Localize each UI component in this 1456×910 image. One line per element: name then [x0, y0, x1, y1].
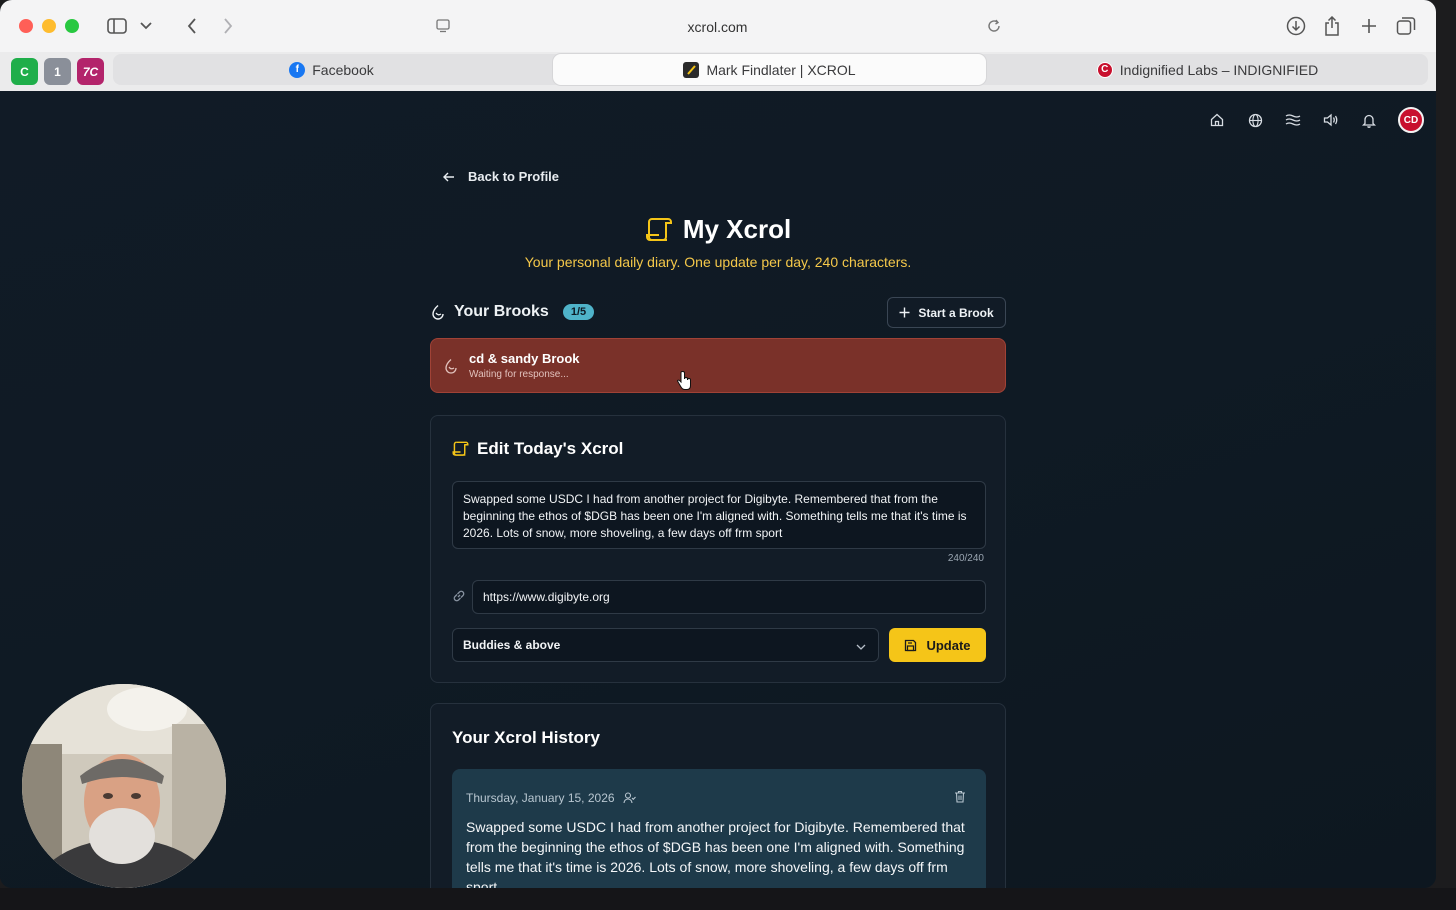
desktop-edge [0, 888, 1456, 910]
update-button[interactable]: Update [889, 628, 986, 662]
bell-icon[interactable] [1360, 111, 1378, 129]
edit-xcrol-panel: Edit Today's Xcrol Swapped some USDC I h… [430, 415, 1006, 683]
brooks-title-label: Your Brooks [454, 303, 549, 320]
download-icon[interactable] [1284, 14, 1308, 38]
address-bar[interactable]: xcrol.com [425, 10, 1010, 43]
pinned-tab-3[interactable]: 7C [77, 58, 104, 85]
waves-icon[interactable] [1284, 111, 1302, 129]
entry-date: Thursday, January 15, 2026 [466, 791, 636, 805]
save-icon [905, 639, 917, 651]
new-tab-icon[interactable] [1357, 14, 1381, 38]
page-title: My Xcrol [682, 214, 792, 244]
trash-icon[interactable] [954, 790, 966, 808]
tab-label: Facebook [312, 61, 374, 78]
reload-icon[interactable] [982, 14, 1006, 38]
entry-date-label: Thursday, January 15, 2026 [466, 791, 615, 805]
tab-indignified[interactable]: C Indignified Labs – INDIGNIFIED [991, 54, 1424, 85]
scroll-icon [452, 441, 469, 456]
brook-icon [432, 304, 444, 320]
arrow-left-icon [443, 172, 454, 181]
visibility-value: Buddies & above [463, 638, 561, 652]
edit-panel-title-label: Edit Today's Xcrol [477, 439, 624, 458]
brooks-header: Your Brooks 1/5 Start a Brook [430, 297, 1006, 329]
scroll-icon [645, 217, 672, 241]
tab-facebook[interactable]: f Facebook [115, 54, 548, 85]
webcam-overlay [22, 684, 226, 888]
sidebar-toggle-icon[interactable] [105, 14, 129, 38]
volume-icon[interactable] [1322, 111, 1340, 129]
facebook-favicon-icon: f [289, 61, 306, 78]
entry-text: Swapped some USDC I had from another pro… [466, 819, 965, 888]
xcrol-favicon-icon [683, 61, 700, 78]
pinned-tab-2[interactable]: 1 [44, 58, 71, 85]
history-entry: Thursday, January 15, 2026 Swapped some … [452, 769, 986, 888]
user-avatar[interactable]: CD [1398, 107, 1424, 133]
tab-label: Indignified Labs – INDIGNIFIED [1119, 61, 1319, 78]
visibility-select[interactable]: Buddies & above [452, 628, 879, 662]
globe-icon[interactable] [1246, 111, 1264, 129]
brook-info: cd & sandy Brook Waiting for response... [469, 351, 580, 380]
xcrol-history-panel: Your Xcrol History Thursday, January 15,… [430, 703, 1006, 888]
tab-label: Mark Findlater | XCROL [706, 61, 856, 78]
home-icon[interactable] [1208, 111, 1226, 129]
page-menu-icon[interactable] [431, 14, 455, 38]
back-icon[interactable] [180, 14, 204, 38]
update-label: Update [926, 637, 971, 653]
minimize-window-button[interactable] [42, 19, 56, 33]
plus-icon [899, 307, 910, 318]
tab-overview-icon[interactable] [1394, 14, 1418, 38]
share-icon[interactable] [1320, 14, 1344, 38]
character-counter: 240/240 [947, 553, 984, 564]
chevron-down-icon [856, 639, 866, 653]
pinned-tab-1[interactable]: C [11, 58, 38, 85]
brooks-count-badge: 1/5 [562, 304, 595, 320]
hand-cursor-icon [676, 370, 692, 396]
user-check-icon [622, 792, 636, 804]
history-title: Your Xcrol History [452, 728, 600, 747]
link-icon [452, 589, 466, 608]
tab-xcrol[interactable]: Mark Findlater | XCROL [553, 54, 986, 85]
brook-card[interactable]: cd & sandy Brook Waiting for response... [430, 338, 1006, 393]
brook-status: Waiting for response... [469, 369, 569, 380]
zoom-window-button[interactable] [65, 19, 79, 33]
page-subtitle: Your personal daily diary. One update pe… [524, 254, 912, 270]
diary-textarea[interactable]: Swapped some USDC I had from another pro… [452, 481, 986, 549]
forward-icon[interactable] [216, 14, 240, 38]
start-brook-button[interactable]: Start a Brook [887, 297, 1006, 328]
back-label: Back to Profile [468, 169, 560, 184]
address-text: xcrol.com [687, 18, 748, 35]
page-header: My Xcrol [0, 214, 1436, 245]
brook-name: cd & sandy Brook [469, 351, 580, 366]
back-to-profile-link[interactable]: Back to Profile [443, 169, 559, 184]
brook-icon [445, 358, 457, 374]
brooks-title: Your Brooks 1/5 [430, 303, 595, 321]
edit-panel-title: Edit Today's Xcrol [452, 439, 623, 459]
title-bar: xcrol.com [0, 0, 1436, 52]
close-window-button[interactable] [19, 19, 33, 33]
start-brook-label: Start a Brook [918, 305, 994, 320]
top-navigation: CD [1208, 107, 1424, 133]
chevron-down-icon[interactable] [134, 14, 158, 38]
indignified-favicon-icon: C [1096, 61, 1113, 78]
link-url-input[interactable] [472, 580, 986, 614]
